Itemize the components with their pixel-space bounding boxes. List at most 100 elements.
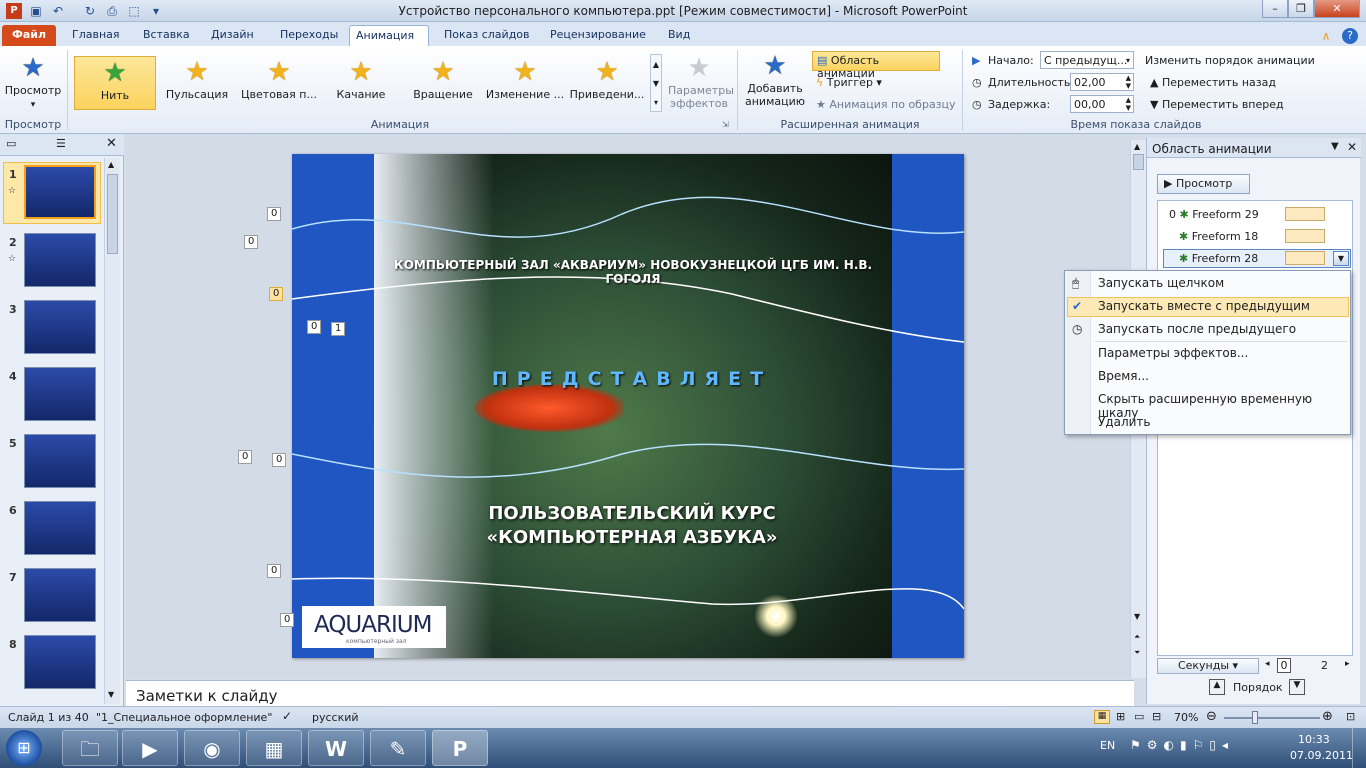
calculator-taskbar-icon[interactable]: ▦ [246, 730, 302, 766]
menu-item-on-click[interactable]: Запускать щелчком [1098, 276, 1224, 290]
tab-animations[interactable]: Анимация [349, 25, 429, 46]
preview-button[interactable]: ★ Просмотр ▾ [4, 52, 62, 110]
animation-tag[interactable]: 1 [331, 322, 346, 336]
effect-options-button[interactable]: ★ Параметры эффектов [668, 52, 734, 110]
animation-option[interactable]: ★ Изменение ... [484, 56, 566, 110]
clock-date[interactable]: 07.09.2011 [1290, 749, 1353, 762]
next-slide-icon[interactable]: ⏷ [1134, 648, 1140, 658]
scroll-up-icon[interactable]: ▲ [1134, 142, 1140, 151]
scroll-up-icon[interactable]: ▲ [108, 160, 114, 169]
minimize-ribbon-icon[interactable]: ∧ [1318, 28, 1334, 44]
spinner-icon[interactable]: ▲ ▼ [1126, 74, 1131, 90]
pane-menu-icon[interactable]: ▼ [1331, 141, 1339, 152]
animation-tag[interactable]: 0 [267, 207, 282, 221]
reading-view-icon[interactable]: ▭ [1134, 710, 1144, 723]
tab-file[interactable]: Файл [2, 25, 56, 46]
close-button[interactable]: ✕ [1314, 0, 1360, 18]
add-animation-button[interactable]: ★ Добавить анимацию [740, 50, 810, 108]
animation-item[interactable]: ✱ Freeform 28 [1179, 252, 1258, 265]
tab-slideshow[interactable]: Показ слайдов [438, 25, 536, 46]
slide-thumbnail[interactable] [24, 434, 96, 488]
spellcheck-icon[interactable]: ✓ [282, 709, 292, 723]
input-language[interactable]: EN [1100, 739, 1115, 752]
menu-item-remove[interactable]: Удалить [1098, 415, 1151, 429]
move-earlier-button[interactable]: ▲ Переместить назад [1150, 76, 1276, 89]
seconds-dropdown[interactable]: Секунды ▾ [1157, 658, 1259, 674]
slide-thumbnail[interactable] [24, 501, 96, 555]
slide-presents-text[interactable]: ПРЕДСТАВЛЯЕТ [412, 368, 852, 390]
clock-time[interactable]: 10:33 [1298, 733, 1330, 746]
slide-course-title[interactable]: ПОЛЬЗОВАТЕЛЬСКИЙ КУРС «КОМПЬЮТЕРНАЯ АЗБУ… [412, 502, 852, 550]
animation-item[interactable]: 0 ✱ Freeform 29 [1169, 208, 1259, 221]
scale-right-icon[interactable]: ▸ [1345, 659, 1350, 669]
normal-view-icon[interactable]: ▦ [1094, 710, 1110, 724]
animation-option[interactable]: ★ Приведени... [566, 56, 648, 110]
gallery-scroll[interactable]: ▲ ▼ ▾ [650, 54, 662, 112]
scroll-down-icon[interactable]: ▼ [108, 690, 114, 699]
animation-tag[interactable]: 0 [272, 453, 287, 467]
animation-tag[interactable]: 0 [307, 320, 322, 334]
zoom-level[interactable]: 70% [1174, 711, 1198, 724]
slide-thumbnail[interactable] [24, 635, 96, 689]
timeline-bar[interactable] [1285, 251, 1325, 265]
move-later-button[interactable]: ▼ Переместить вперед [1150, 98, 1284, 111]
animation-option[interactable]: ★ Цветовая п... [238, 56, 320, 110]
menu-item-with-previous[interactable]: Запускать вместе с предыдущим [1098, 299, 1310, 313]
reorder-up-icon[interactable]: ▲ [1209, 679, 1225, 695]
reorder-down-icon[interactable]: ▼ [1289, 679, 1305, 695]
scale-left-icon[interactable]: ◂ [1265, 659, 1270, 669]
animation-tag[interactable]: 0 [267, 564, 282, 578]
animation-tag[interactable]: 0 [269, 287, 284, 301]
animation-pane-button[interactable]: ▤ Область анимации [812, 51, 940, 80]
trigger-button[interactable]: ϟ Триггер ▾ [816, 76, 882, 89]
zoom-slider-thumb[interactable] [1252, 711, 1258, 724]
delay-field[interactable]: 00,00 ▲ ▼ [1070, 95, 1134, 113]
thumbnails-scrollbar[interactable]: ▲ ▼ [104, 158, 120, 704]
slide-sorter-icon[interactable]: ⊞ [1116, 710, 1125, 723]
slide-thumbnail[interactable] [24, 165, 96, 219]
tab-design[interactable]: Дизайн [205, 25, 260, 46]
animation-painter-button[interactable]: ★ Анимация по образцу [816, 98, 956, 111]
slideshow-view-icon[interactable]: ⊟ [1152, 710, 1161, 723]
scroll-down-icon[interactable]: ▼ [1134, 612, 1140, 621]
restore-button[interactable]: ❐ [1288, 0, 1314, 18]
animation-option[interactable]: ★ Вращение [402, 56, 484, 110]
language-indicator[interactable]: русский [312, 711, 359, 724]
slides-tab-icon[interactable]: ▭ [6, 137, 16, 150]
slide-thumbnail[interactable] [24, 300, 96, 354]
tab-view[interactable]: Вид [662, 25, 696, 46]
animation-option[interactable]: ★ Нить [74, 56, 156, 110]
spinner-icon[interactable]: ▲ ▼ [1126, 96, 1131, 112]
dialog-launcher-icon[interactable]: ⇲ [722, 120, 729, 129]
explorer-taskbar-icon[interactable]: 🗀 [62, 730, 118, 766]
play-button[interactable]: ▶ Просмотр [1157, 174, 1250, 194]
animation-tag[interactable]: 0 [244, 235, 259, 249]
tab-transitions[interactable]: Переходы [274, 25, 344, 46]
tab-review[interactable]: Рецензирование [544, 25, 652, 46]
menu-item-after-previous[interactable]: Запускать после предыдущего [1098, 322, 1296, 336]
timeline-bar[interactable] [1285, 229, 1325, 243]
word-taskbar-icon[interactable]: W [308, 730, 364, 766]
fit-slide-icon[interactable]: ⊡ [1346, 710, 1355, 723]
menu-item-effect-options[interactable]: Параметры эффектов... [1098, 346, 1248, 360]
slide-thumbnail[interactable] [24, 367, 96, 421]
start-select[interactable]: С предыдущ... ▾ [1040, 51, 1134, 69]
firefox-taskbar-icon[interactable]: ◉ [184, 730, 240, 766]
animation-option[interactable]: ★ Качание [320, 56, 402, 110]
theme-name[interactable]: "1_Специальное оформление" [96, 711, 272, 724]
show-desktop-button[interactable] [1352, 728, 1366, 768]
item-dropdown-icon[interactable]: ▼ [1333, 251, 1349, 266]
notes-area[interactable]: Заметки к слайду [126, 680, 1134, 706]
slide-thumbnail[interactable] [24, 568, 96, 622]
minimize-button[interactable]: – [1262, 0, 1288, 18]
slide[interactable]: КОМПЬЮТЕРНЫЙ ЗАЛ «АКВАРИУМ» НОВОКУЗНЕЦКО… [292, 154, 964, 658]
animation-tag[interactable]: 0 [238, 450, 253, 464]
powerpoint-taskbar-icon[interactable]: P [432, 730, 488, 766]
duration-field[interactable]: 02,00 ▲ ▼ [1070, 73, 1134, 91]
outline-tab-icon[interactable]: ☰ [56, 137, 66, 150]
slide-header-text[interactable]: КОМПЬЮТЕРНЫЙ ЗАЛ «АКВАРИУМ» НОВОКУЗНЕЦКО… [374, 258, 892, 286]
animation-tag[interactable]: 0 [280, 613, 295, 627]
previous-slide-icon[interactable]: ⏶ [1134, 632, 1140, 642]
menu-item-timing[interactable]: Время... [1098, 369, 1149, 383]
start-button[interactable]: ⊞ [6, 730, 42, 766]
